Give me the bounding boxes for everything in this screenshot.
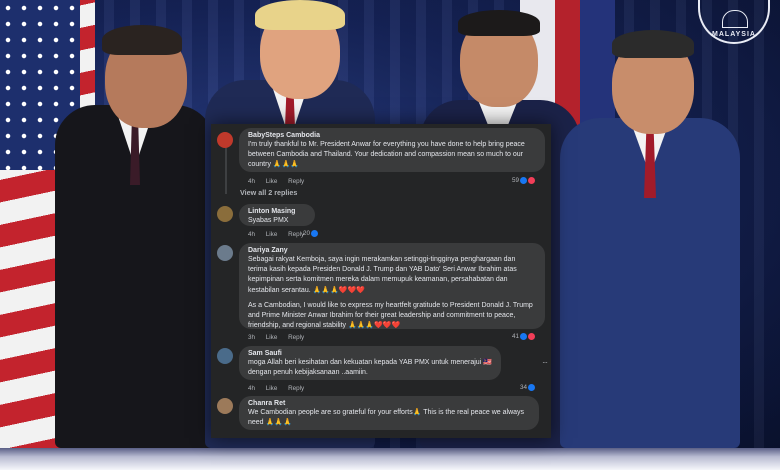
thumbs-up-icon [528,384,535,391]
comment-author[interactable]: BabySteps Cambodia [248,132,536,139]
reply-button[interactable]: Reply [288,231,304,238]
heart-icon [528,333,535,340]
avatar[interactable] [217,132,233,148]
comment-text: moga Allah beri kesihatan dan kekuatan k… [248,359,492,377]
reply-button[interactable]: Reply [288,385,304,392]
bottom-fade [0,448,780,470]
comment-text: We Cambodian people are so grateful for … [248,409,525,427]
reaction-count[interactable]: 34 [520,384,535,391]
comment-bubble: Dariya Zany Sebagai rakyat Kemboja, saya… [239,243,545,329]
comment-time[interactable]: 4h [248,385,255,392]
comment-item: Linton Masing Syabas PMX 4h Like Reply 2… [217,204,545,244]
like-button[interactable]: Like [266,231,278,238]
comment-text: I'm truly thankful to Mr. President Anwa… [248,141,525,169]
heart-icon [528,177,535,184]
comment-author[interactable]: Chanra Ret [248,400,530,407]
reply-button[interactable]: Reply [288,178,304,185]
comment-bubble: Sam Saufi moga Allah beri kesihatan dan … [239,346,501,380]
comment-time[interactable]: 4h [248,231,255,238]
like-button[interactable]: Like [266,178,278,185]
avatar[interactable] [217,245,233,261]
view-replies-link[interactable]: View all 2 replies [240,188,297,197]
reaction-count[interactable]: 20 [303,230,319,237]
comments-panel: BabySteps Cambodia I'm truly thankful to… [211,124,551,438]
comment-time[interactable]: 4h [248,178,255,185]
comment-text: Syabas PMX [248,217,289,224]
comment-author[interactable]: Linton Masing [248,208,306,215]
building-icon [722,10,748,28]
person-left [50,25,220,448]
comment-text: Sebagai rakyat Kemboja, saya ingin merak… [248,256,533,330]
comment-author[interactable]: Sam Saufi [248,350,492,357]
government-seal: MALAYSIA [698,0,770,44]
comment-actions: 3h Like Reply [248,334,313,341]
comment-item: Sam Saufi moga Allah beri kesihatan dan … [217,346,548,398]
comment-bubble: BabySteps Cambodia I'm truly thankful to… [239,128,545,172]
comment-actions: 4h Like Reply [248,385,313,392]
reply-button[interactable]: Reply [288,334,304,341]
comment-item: Chanra Ret We Cambodian people are so gr… [217,396,545,436]
avatar[interactable] [217,348,233,364]
reaction-count[interactable]: 41 [512,333,535,340]
comment-actions: 4h Like Reply [248,178,313,185]
thumbs-up-icon [520,177,527,184]
comment-item: Dariya Zany Sebagai rakyat Kemboja, saya… [217,243,545,343]
avatar[interactable] [217,206,233,222]
like-button[interactable]: Like [266,385,278,392]
thread-line [225,148,227,194]
comment-bubble: Linton Masing Syabas PMX [239,204,315,226]
comment-item: BabySteps Cambodia I'm truly thankful to… [217,128,545,186]
comment-bubble: Chanra Ret We Cambodian people are so gr… [239,396,539,430]
thumbs-up-icon [311,230,319,237]
comment-author[interactable]: Dariya Zany [248,247,536,254]
avatar[interactable] [217,398,233,414]
like-button[interactable]: Like [266,334,278,341]
reaction-count[interactable]: 59 [512,177,535,184]
more-options-icon[interactable]: ··· [542,358,548,367]
person-right [560,28,740,448]
comment-time[interactable]: 3h [248,334,255,341]
thumbs-up-icon [520,333,527,340]
